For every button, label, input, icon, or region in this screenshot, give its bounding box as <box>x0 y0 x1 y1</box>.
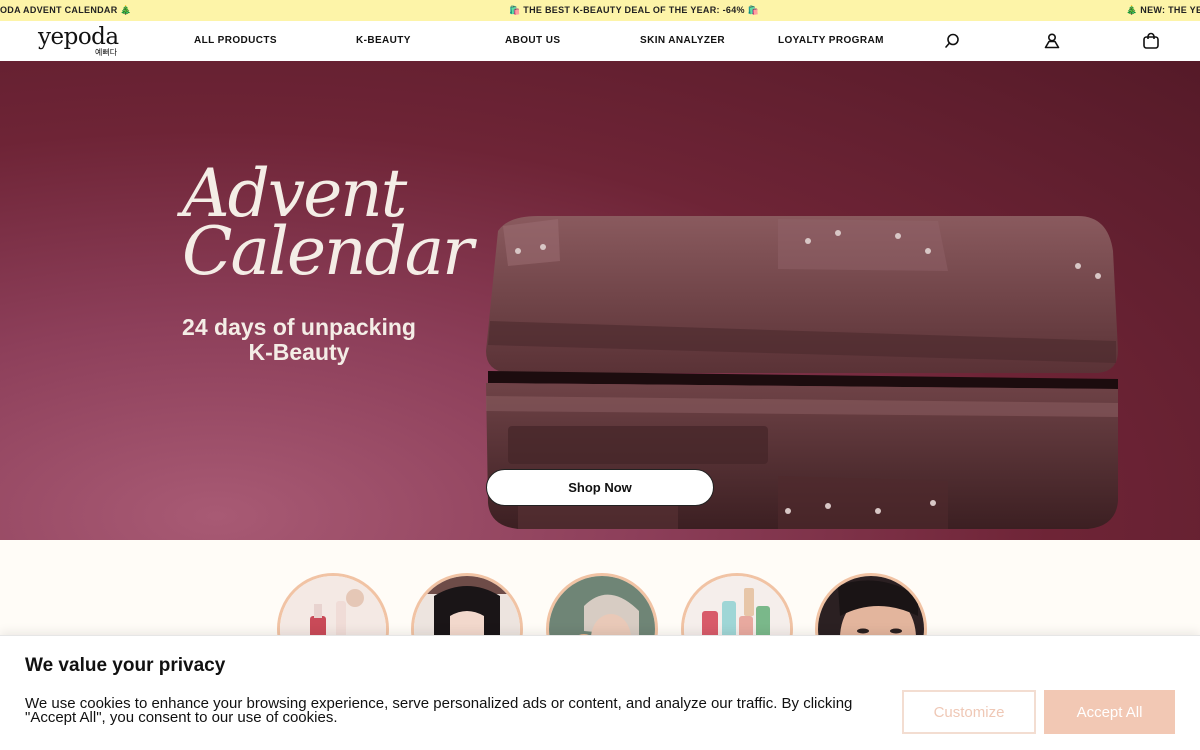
cookie-banner: We value your privacy We use cookies to … <box>0 635 1200 750</box>
cookie-title: We value your privacy <box>25 655 226 676</box>
nav-all-products[interactable]: ALL PRODUCTS <box>194 35 277 46</box>
hero-title-line2: Calendar <box>182 213 474 290</box>
accept-all-button[interactable]: Accept All <box>1044 690 1175 734</box>
hero-banner[interactable]: Advent Calendar 24 days of unpacking K-B… <box>0 61 1200 540</box>
hero-subtitle: 24 days of unpacking K-Beauty <box>170 315 428 365</box>
announcement-bar: ODA ADVENT CALENDAR 🎄 🛍️ THE BEST K-BEAU… <box>0 0 1200 21</box>
hero-title: Advent Calendar <box>182 161 474 290</box>
user-icon[interactable] <box>1042 31 1062 51</box>
logo-korean-text: 예뻐다 <box>95 48 118 57</box>
nav-skin-analyzer[interactable]: SKIN ANALYZER <box>640 35 725 46</box>
logo[interactable]: yepoda 예뻐다 <box>38 24 128 58</box>
shop-now-button[interactable]: Shop Now <box>486 469 714 506</box>
site-header: yepoda 예뻐다 ALL PRODUCTS K-BEAUTY ABOUT U… <box>0 21 1200 61</box>
customize-button[interactable]: Customize <box>902 690 1036 734</box>
nav-loyalty-program[interactable]: LOYALTY PROGRAM <box>778 35 884 46</box>
search-icon[interactable] <box>942 31 962 51</box>
hero-subtitle-line2: K-Beauty <box>248 339 350 365</box>
nav-about-us[interactable]: ABOUT US <box>505 35 560 46</box>
announcement-text-center: 🛍️ THE BEST K-BEAUTY DEAL OF THE YEAR: -… <box>509 5 760 15</box>
shopping-bag-icon[interactable] <box>1141 31 1161 51</box>
announcement-text-right: 🎄 NEW: THE YEP <box>1126 5 1200 15</box>
cookie-description: We use cookies to enhance your browsing … <box>25 695 853 726</box>
hero-subtitle-line1: 24 days of unpacking <box>182 314 416 340</box>
nav-k-beauty[interactable]: K-BEAUTY <box>356 35 411 46</box>
announcement-text-left: ODA ADVENT CALENDAR 🎄 <box>0 5 132 15</box>
